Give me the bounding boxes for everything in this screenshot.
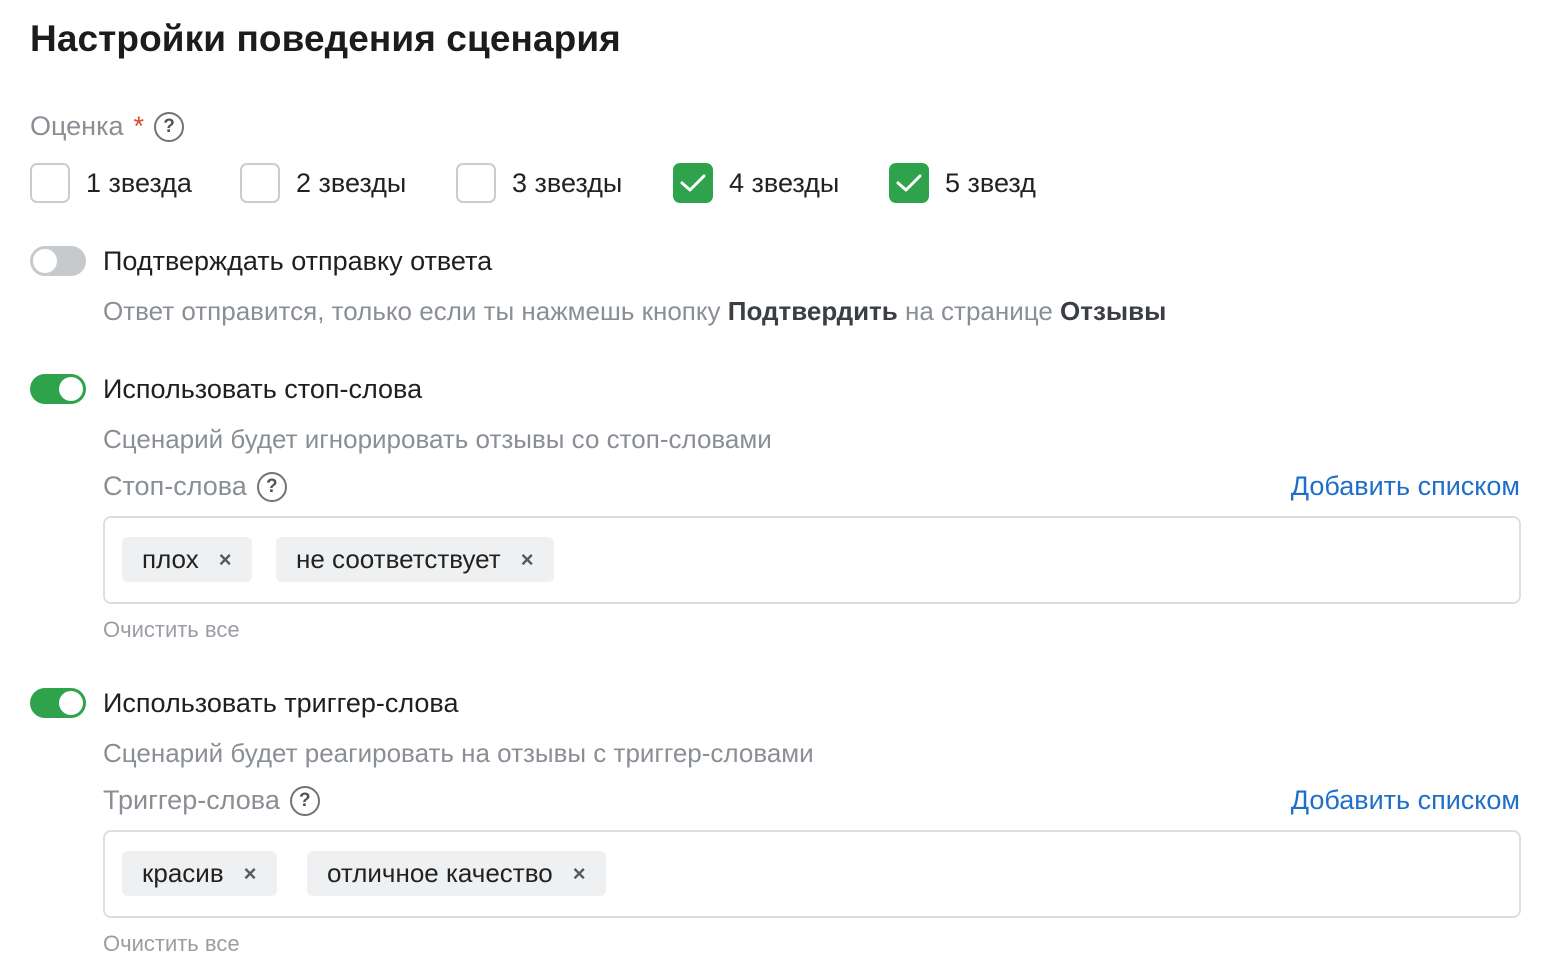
trigger-words-input[interactable]: красив × отличное качество ×: [103, 830, 1521, 918]
rating-option-5-stars[interactable]: 5 звезд: [889, 162, 1036, 204]
help-icon[interactable]: ?: [289, 785, 320, 816]
help-icon[interactable]: ?: [256, 471, 287, 502]
rating-label: Оценка * ?: [30, 111, 185, 142]
desc-reviews-page-name: Отзывы: [1060, 296, 1167, 326]
confirm-reply-toggle[interactable]: [30, 246, 86, 276]
toggle-knob: [59, 691, 83, 715]
checkbox-5-stars[interactable]: [889, 163, 929, 203]
rating-option-1-star[interactable]: 1 звезда: [30, 162, 192, 204]
rating-option-3-stars[interactable]: 3 звезды: [456, 162, 622, 204]
trigger-words-toggle[interactable]: [30, 688, 86, 718]
trigger-words-description: Сценарий будет реагировать на отзывы с т…: [103, 738, 814, 768]
toggle-knob: [33, 249, 57, 273]
checkbox-label: 4 звезды: [729, 167, 840, 198]
checkbox-label: 3 звезды: [512, 167, 623, 198]
remove-tag-icon[interactable]: ×: [219, 547, 232, 573]
remove-tag-icon[interactable]: ×: [521, 547, 534, 573]
stop-words-input[interactable]: плох × не соответствует ×: [103, 516, 1521, 604]
checkbox-label: 1 звезда: [86, 167, 192, 198]
stop-words-description: Сценарий будет игнорировать отзывы со ст…: [103, 424, 772, 454]
toggle-knob: [59, 377, 83, 401]
desc-text: на странице: [897, 296, 1061, 326]
page-title: Настройки поведения сценария: [30, 18, 621, 59]
desc-confirm-button-name: Подтвердить: [727, 296, 898, 326]
checkbox-3-stars[interactable]: [456, 163, 496, 203]
checkmark-icon: [896, 174, 922, 192]
tag-chip: плох ×: [122, 537, 252, 582]
stop-words-clear-all[interactable]: Очистить все: [103, 617, 240, 643]
stop-words-field-label: Стоп-слова ?: [103, 471, 287, 502]
tag-chip: красив ×: [122, 851, 277, 896]
confirm-reply-description: Ответ отправится, только если ты нажмешь…: [103, 296, 1166, 327]
field-label-text: Триггер-слова: [103, 785, 280, 815]
trigger-words-title: Использовать триггер-слова: [103, 688, 459, 718]
stop-words-toggle[interactable]: [30, 374, 86, 404]
rating-option-2-stars[interactable]: 2 звезды: [240, 162, 406, 204]
desc-text: Ответ отправится, только если ты нажмешь…: [103, 296, 728, 326]
remove-tag-icon[interactable]: ×: [573, 861, 586, 887]
stop-words-add-list-link[interactable]: Добавить списком: [1291, 471, 1520, 502]
trigger-words-field-label: Триггер-слова ?: [103, 785, 320, 816]
help-icon[interactable]: ?: [154, 111, 185, 142]
checkbox-4-stars[interactable]: [673, 163, 713, 203]
rating-label-text: Оценка: [30, 111, 124, 141]
tag-label: отличное качество: [327, 858, 553, 888]
remove-tag-icon[interactable]: ×: [244, 861, 257, 887]
checkmark-icon: [680, 174, 706, 192]
rating-option-4-stars[interactable]: 4 звезды: [673, 162, 839, 204]
field-label-text: Стоп-слова: [103, 471, 247, 501]
trigger-words-clear-all[interactable]: Очистить все: [103, 931, 240, 957]
checkbox-2-stars[interactable]: [240, 163, 280, 203]
tag-label: не соответствует: [296, 544, 501, 574]
stop-words-title: Использовать стоп-слова: [103, 374, 423, 404]
tag-chip: не соответствует ×: [276, 537, 554, 582]
checkbox-label: 2 звезды: [296, 167, 407, 198]
tag-chip: отличное качество ×: [307, 851, 606, 896]
required-asterisk: *: [133, 111, 145, 141]
tag-label: красив: [142, 858, 224, 888]
trigger-words-add-list-link[interactable]: Добавить списком: [1291, 785, 1520, 816]
checkbox-label: 5 звезд: [945, 167, 1036, 198]
checkbox-1-star[interactable]: [30, 163, 70, 203]
confirm-reply-title: Подтверждать отправку ответа: [103, 246, 493, 276]
tag-label: плох: [142, 544, 199, 574]
